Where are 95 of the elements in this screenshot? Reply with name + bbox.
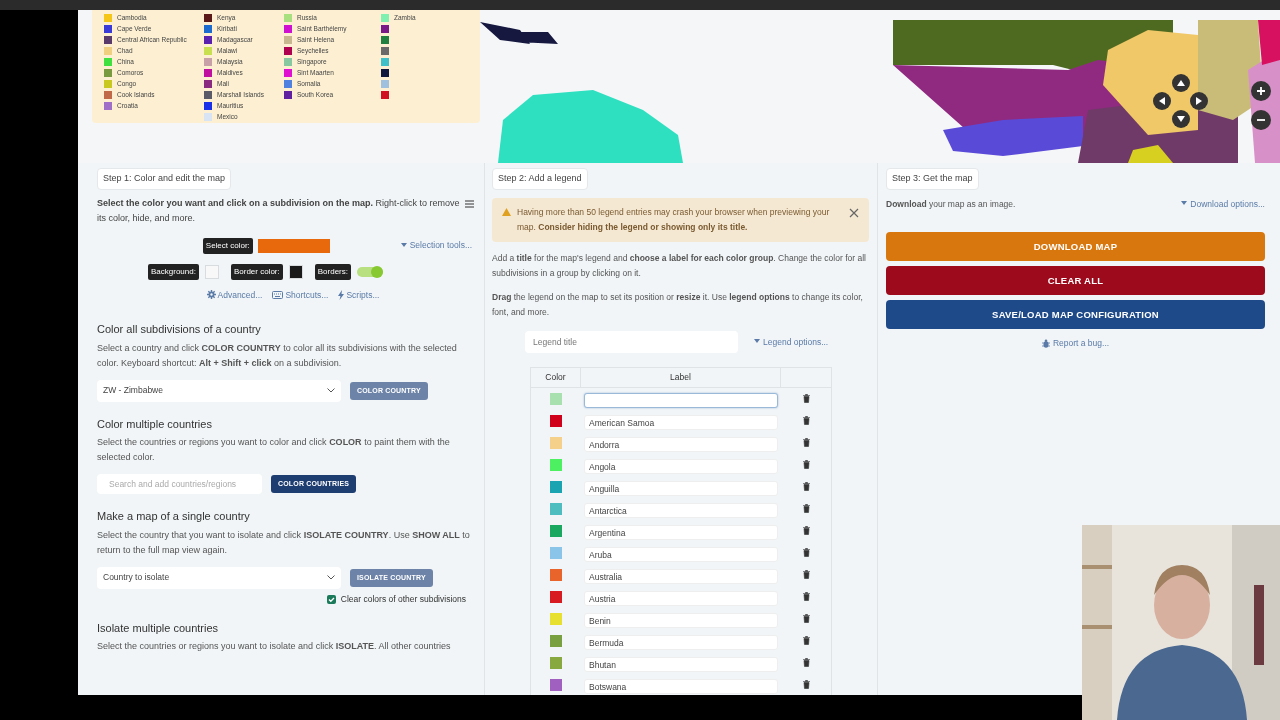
- caret-icon: [1181, 201, 1188, 207]
- caret-icon: [400, 243, 407, 248]
- tool-link[interactable]: Shortcuts...: [272, 288, 329, 302]
- group-color-swatch[interactable]: [550, 612, 562, 625]
- label-field[interactable]: [584, 393, 778, 408]
- section-heading: Make a map of a single country: [97, 509, 251, 525]
- group-color-swatch[interactable]: [550, 590, 562, 603]
- color-swatch[interactable]: [204, 264, 219, 279]
- chevron-down-icon: [327, 388, 335, 394]
- label-field[interactable]: Benin: [584, 613, 778, 628]
- bolt-icon: [338, 289, 345, 300]
- menu-icon[interactable]: [465, 199, 474, 208]
- trash-icon[interactable]: [802, 482, 810, 491]
- label-field[interactable]: Bhutan: [584, 657, 778, 672]
- download-text: Download your map as an image.: [886, 197, 1016, 211]
- column-header: Color: [531, 367, 581, 387]
- label-field[interactable]: Austria: [584, 591, 778, 606]
- section-heading: Color all subdivisions of a country: [97, 322, 262, 338]
- download-options-link[interactable]: Download options...: [1181, 197, 1265, 211]
- group-color-swatch[interactable]: [550, 392, 562, 405]
- label-field[interactable]: Bermuda: [584, 635, 778, 650]
- legend-title-field[interactable]: Legend title: [525, 330, 738, 353]
- group-color-swatch[interactable]: [550, 414, 562, 427]
- group-color-swatch[interactable]: [550, 458, 562, 471]
- label-field[interactable]: Botswana: [584, 679, 778, 694]
- group-color-swatch[interactable]: [550, 502, 562, 515]
- report-bug-link[interactable]: Report a bug...: [1041, 337, 1110, 350]
- country-select[interactable]: ZW - Zimbabwe: [97, 379, 341, 402]
- trash-icon[interactable]: [802, 680, 810, 689]
- group-color-swatch[interactable]: [550, 634, 562, 647]
- tool-link[interactable]: Advanced...: [206, 288, 263, 302]
- label-field[interactable]: Argentina: [584, 525, 778, 540]
- legend-options-link[interactable]: Legend options...: [754, 335, 829, 349]
- trash-icon[interactable]: [802, 504, 810, 513]
- trash-icon[interactable]: [802, 526, 810, 535]
- section-heading: Color multiple countries: [97, 416, 213, 432]
- section-text: Select the countries or regions you want to color and click COLOR to paint them with the selected color.: [97, 436, 451, 465]
- trash-icon[interactable]: [802, 592, 810, 601]
- trash-icon[interactable]: [802, 614, 810, 623]
- setting-label: Background:: [148, 263, 199, 280]
- legend-help-text: Drag the legend on the map to set its position or resize it. Use legend options to change its color, font, and more.: [492, 290, 864, 319]
- trash-icon[interactable]: [802, 548, 810, 557]
- trash-icon[interactable]: [802, 394, 810, 403]
- group-color-swatch[interactable]: [550, 480, 562, 493]
- minus-icon: [1257, 116, 1265, 124]
- section-text: Select the countries or regions you want to isolate and click ISOLATE. All other countries: [97, 640, 452, 653]
- search-field[interactable]: Search and add countries/regions: [97, 474, 262, 495]
- label-field[interactable]: Australia: [584, 569, 778, 584]
- label-field[interactable]: Angola: [584, 459, 778, 474]
- intro-text: Select the color you want and click on a subdivision on the map. Right-click to remove its color, hide, and more.: [97, 196, 461, 225]
- warning-text: Having more than 50 legend entries may crash your browser when previewing your map. Consider hiding the legend or showing only its title.: [517, 205, 831, 234]
- legend-help-text: Add a title for the map's legend and choose a label for each color group. Change the color for all subdivisions in a group by clicking on it.: [492, 251, 867, 280]
- trash-icon[interactable]: [802, 460, 810, 469]
- label-field[interactable]: Antarctica: [584, 503, 778, 518]
- section-heading: Isolate multiple countries: [97, 620, 220, 636]
- keyboard-icon: [272, 290, 284, 299]
- label-field[interactable]: American Samoa: [584, 415, 778, 430]
- group-color-swatch[interactable]: [550, 568, 562, 581]
- column-header: Label: [581, 367, 781, 387]
- label-field[interactable]: Anguilla: [584, 481, 778, 496]
- setting-label: Borders:: [314, 263, 351, 280]
- checkbox-label: Clear colors of other subdivisions: [340, 592, 466, 606]
- color-label: Select color:: [202, 237, 253, 254]
- plus-icon: [1257, 87, 1265, 95]
- trash-icon[interactable]: [802, 658, 810, 667]
- trash-icon[interactable]: [802, 438, 810, 447]
- trash-icon[interactable]: [802, 416, 810, 425]
- country-select[interactable]: Country to isolate: [97, 566, 341, 589]
- caret-icon: [754, 339, 760, 345]
- trash-icon[interactable]: [802, 570, 810, 579]
- selection-tools-link[interactable]: Selection tools...: [400, 239, 472, 252]
- step-button[interactable]: SAVE/LOAD MAP CONFIGURATION: [886, 300, 1265, 330]
- step-button[interactable]: CLEAR ALL: [886, 266, 1265, 296]
- close-icon[interactable]: [849, 207, 859, 218]
- group-color-swatch[interactable]: [550, 546, 562, 559]
- checkbox[interactable]: [326, 594, 336, 604]
- trash-icon[interactable]: [802, 636, 810, 645]
- color-swatch[interactable]: [288, 264, 303, 279]
- setting-label: Border color:: [230, 263, 283, 280]
- group-color-swatch[interactable]: [550, 524, 562, 537]
- label-field[interactable]: Andorra: [584, 437, 778, 452]
- group-color-swatch[interactable]: [550, 678, 562, 691]
- group-color-swatch[interactable]: [550, 436, 562, 449]
- warning-icon: [502, 207, 511, 216]
- color-swatch[interactable]: [257, 238, 330, 253]
- tool-link[interactable]: Scripts...: [338, 288, 380, 302]
- section-text: Select a country and click COLOR COUNTRY to color all its subdivisions with the selected color. Keyboard shortcut: Alt + Shift + click on a subdivision.: [97, 341, 458, 370]
- toggle-switch[interactable]: [356, 266, 383, 277]
- label-field[interactable]: Aruba: [584, 547, 778, 562]
- chevron-down-icon: [327, 575, 335, 581]
- section-text: Select the country that you want to isolate and click ISOLATE COUNTRY. Use SHOW ALL to return to the full map view again.: [97, 528, 471, 557]
- map-legend[interactable]: [92, 10, 480, 123]
- gear-icon: [206, 290, 216, 300]
- group-color-swatch[interactable]: [550, 656, 562, 669]
- bug-icon: [1041, 339, 1050, 349]
